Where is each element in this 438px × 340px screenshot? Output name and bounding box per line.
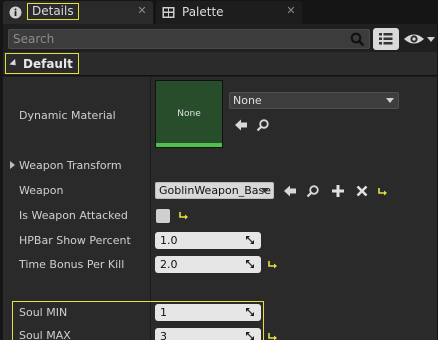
material-asset-dropdown[interactable]: None [229,92,399,109]
weapon-attacked-checkbox[interactable] [156,209,170,223]
field-value: 1.0 [160,234,178,247]
thumbnail-color-bar [156,143,222,147]
tab-details-label: Details [27,3,79,20]
view-options-button[interactable] [403,30,435,48]
chevron-down-icon [427,37,435,42]
property-matrix-button[interactable] [373,28,399,50]
reset-to-default-icon[interactable] [178,211,190,221]
soul-min-field[interactable]: 1 [155,304,261,321]
field-value: 2.0 [160,258,178,271]
tab-palette-label: Palette [182,5,224,19]
drag-resize-icon [246,260,254,268]
category-label: Default [23,56,73,71]
property-row-time-bonus-per-kill: Time Bonus Per Kill 2.0 [3,252,437,276]
property-label: Is Weapon Attacked [19,209,128,222]
search-icon[interactable] [350,32,365,47]
property-row-soul-max: Soul MAX 3 [3,324,437,340]
eye-icon [404,34,424,44]
chevron-down-icon [261,188,269,193]
property-row-soul-min: Soul MIN 1 [3,276,437,321]
material-thumbnail[interactable]: None [155,80,223,148]
palette-grid-icon [162,7,175,18]
property-list: Dynamic Material None None Weapon Transf… [3,77,437,340]
category-default[interactable]: Default [5,53,79,74]
browse-search-icon[interactable] [256,118,270,132]
hpbar-percent-field[interactable]: 1.0 [155,232,261,249]
property-row-is-weapon-attacked: Is Weapon Attacked [3,204,437,228]
collapse-arrow-icon [9,58,19,69]
time-bonus-field[interactable]: 2.0 [155,256,261,273]
reset-to-default-icon[interactable] [267,260,279,270]
soul-max-field[interactable]: 3 [155,328,261,340]
details-panel: Default Dynamic Material None None [3,24,437,340]
category-header[interactable]: Default [3,52,437,76]
dropdown-value: GoblinWeapon_Base [159,184,272,197]
dropdown-value: None [233,94,262,107]
drag-resize-icon [246,332,254,340]
property-label: Weapon [19,184,64,197]
reset-to-default-icon[interactable] [377,187,389,197]
info-icon [9,6,22,19]
clear-icon[interactable] [355,184,369,198]
list-grid-icon [379,33,393,45]
add-icon[interactable] [331,184,345,198]
field-value: 3 [160,330,167,340]
search-input[interactable] [13,31,343,47]
property-row-hpbar-show-percent: HPBar Show Percent 1.0 [3,228,437,252]
browse-search-icon[interactable] [306,184,320,198]
property-label: Soul MAX [19,329,71,340]
property-row-weapon: Weapon GoblinWeapon_Base [3,178,437,204]
thumbnail-label: None [177,109,201,119]
drag-resize-icon [246,236,254,244]
tab-palette[interactable]: Palette ✕ [156,1,302,24]
field-value: 1 [160,306,167,319]
property-label: Dynamic Material [19,109,116,122]
reset-to-default-icon[interactable] [267,332,279,340]
close-icon[interactable]: ✕ [285,5,297,17]
expand-arrow-icon[interactable] [10,161,15,169]
search-box [8,29,370,49]
use-selected-arrow-icon[interactable] [283,184,297,198]
close-icon[interactable]: ✕ [136,5,148,17]
property-label: Soul MIN [19,306,68,319]
use-selected-arrow-icon[interactable] [234,118,248,132]
property-label: HPBar Show Percent [19,234,131,247]
weapon-class-dropdown[interactable]: GoblinWeapon_Base [155,182,274,199]
chevron-down-icon [386,98,394,103]
property-row-weapon-transform[interactable]: Weapon Transform [3,154,437,178]
property-label: Weapon Transform [19,159,122,172]
property-label: Time Bonus Per Kill [19,258,125,271]
property-row-dynamic-material: Dynamic Material None None [3,77,437,154]
tab-bar: Details ✕ Palette ✕ [0,0,438,24]
tab-details[interactable]: Details ✕ [3,1,153,24]
drag-resize-icon [246,308,254,316]
